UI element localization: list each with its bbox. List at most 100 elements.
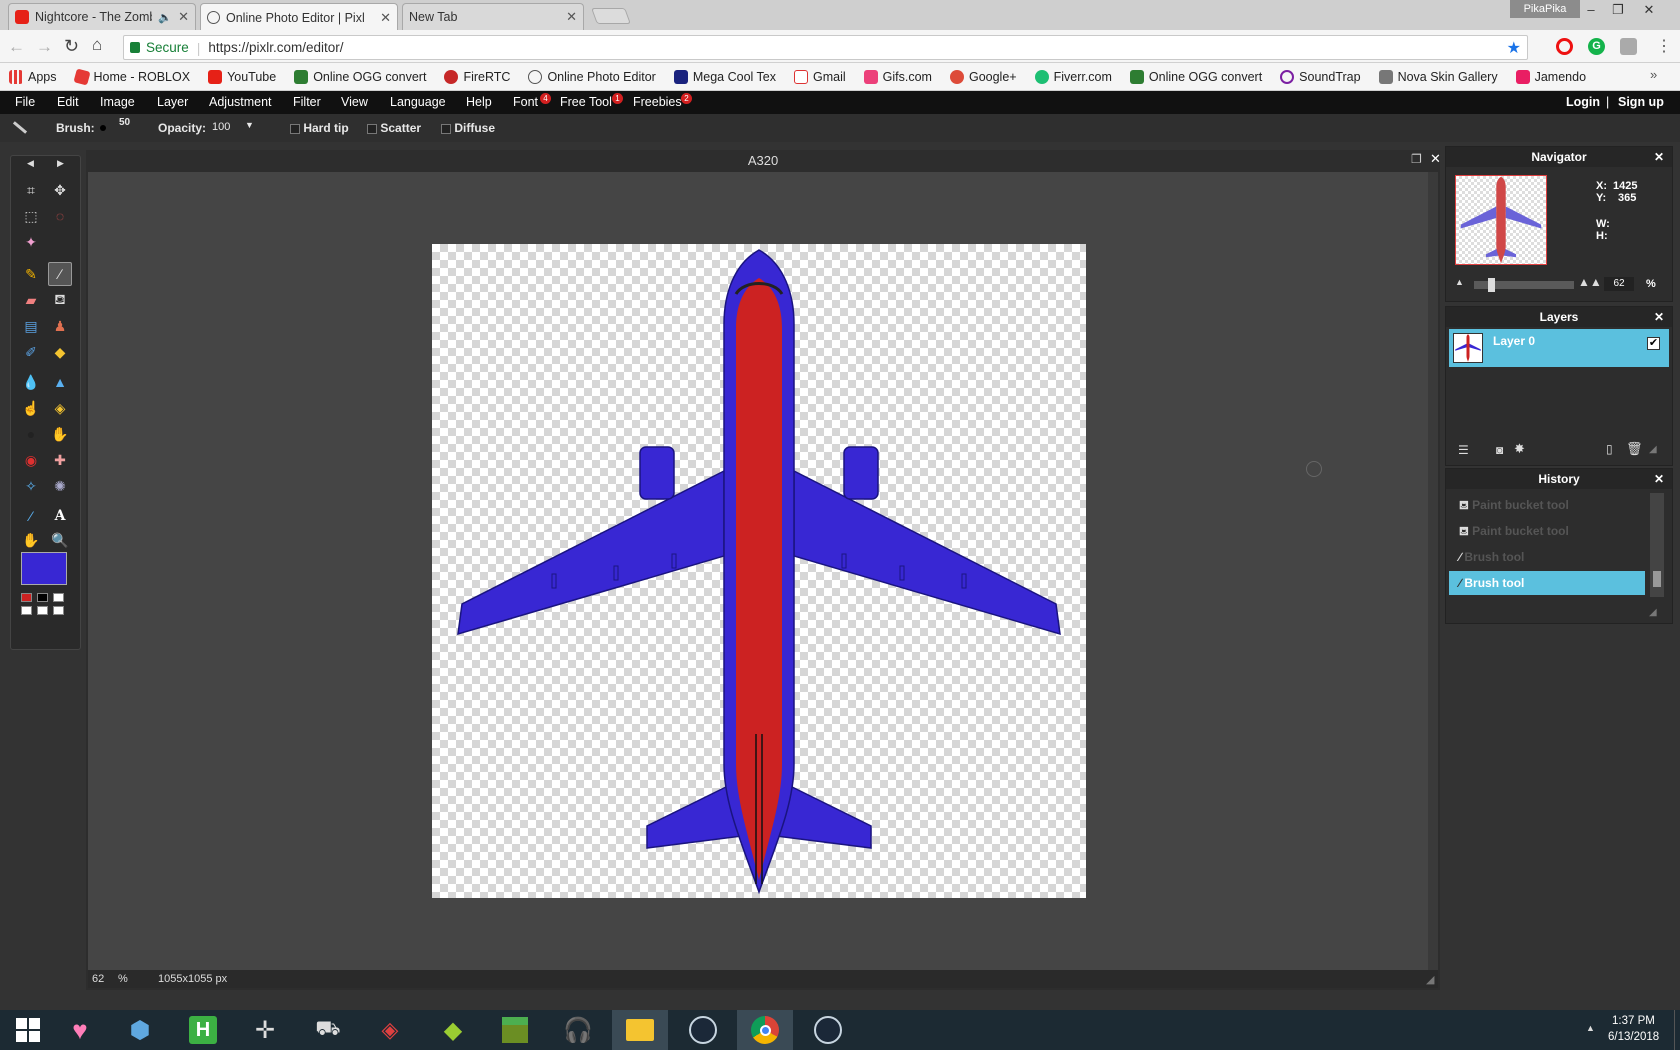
opacity-value[interactable]: 100 [212, 121, 230, 133]
chrome-menu-icon[interactable]: ⋮ [1656, 36, 1672, 56]
history-item[interactable]: ∕ Brush tool [1449, 545, 1645, 569]
pencil-tool-icon[interactable]: ✎ [19, 262, 43, 286]
bookmark-mega-cool-tex[interactable]: Mega Cool Tex [665, 69, 785, 84]
tray-expand-icon[interactable]: ▲ [1586, 1023, 1595, 1033]
close-doc-icon[interactable]: ✕ [1430, 151, 1441, 167]
navigator-thumbnail[interactable] [1455, 175, 1547, 265]
toolbox-collapse-left-icon[interactable]: ◀ [27, 158, 34, 169]
brush-preview-icon[interactable] [100, 125, 106, 131]
scrollbar-thumb[interactable] [1653, 571, 1661, 587]
bookmark-ogg-convert-2[interactable]: Online OGG convert [1121, 69, 1271, 84]
close-panel-icon[interactable]: ✕ [1654, 147, 1664, 167]
extension-icon[interactable] [1620, 38, 1637, 55]
bookmark-fiverr[interactable]: Fiverr.com [1026, 69, 1121, 84]
layer-row[interactable]: Layer 0 ✔ [1449, 329, 1669, 367]
close-window-icon[interactable]: ✕ [1638, 2, 1660, 18]
resize-grip-icon[interactable]: ◢ [1426, 973, 1434, 986]
delete-layer-icon[interactable]: 🗑 [1626, 441, 1643, 457]
bookmarks-overflow-icon[interactable]: » [1650, 67, 1657, 82]
dodge-tool-icon[interactable]: ✋ [48, 422, 72, 446]
swatch-white[interactable] [53, 606, 64, 615]
history-item-active[interactable]: ∕ Brush tool [1449, 571, 1645, 595]
taskbar-app-audacity[interactable]: 🎧 [550, 1010, 606, 1050]
taskbar-app-rgb[interactable]: ◈ [362, 1010, 418, 1050]
brush-size[interactable]: 50 [119, 117, 130, 128]
zoom-slider-handle[interactable] [1488, 278, 1495, 292]
drawing-tool-icon[interactable]: ◆ [48, 340, 72, 364]
resize-grip-icon[interactable]: ◢ [1649, 607, 1657, 618]
smudge-tool-icon[interactable]: ☝ [19, 396, 43, 420]
zoom-in-icon[interactable]: ▲▲ [1578, 275, 1602, 289]
tab-pixlr[interactable]: Online Photo Editor | Pixl ✕ [200, 3, 398, 31]
bookmark-roblox[interactable]: Home - ROBLOX [66, 67, 200, 86]
history-item[interactable]: ⛾ Paint bucket tool [1449, 493, 1645, 517]
red-eye-tool-icon[interactable]: ◉ [19, 448, 43, 472]
swatch-red[interactable] [21, 593, 32, 602]
scatter-toggle[interactable]: Scatter [367, 121, 421, 135]
zoom-tool-icon[interactable]: 🔍 [48, 528, 72, 552]
marquee-tool-icon[interactable]: ⬚ [19, 204, 43, 228]
magic-wand-tool-icon[interactable]: ✦ [19, 230, 43, 254]
hand-tool-icon[interactable]: ✋ [19, 528, 43, 552]
bookmark-soundtrap[interactable]: SoundTrap [1271, 69, 1369, 84]
bookmark-ogg-convert[interactable]: Online OGG convert [285, 69, 435, 84]
layer-visibility-checkbox[interactable]: ✔ [1647, 337, 1660, 350]
bookmark-gmail[interactable]: Gmail [785, 69, 855, 84]
opacity-dropdown-icon[interactable]: ▼ [245, 120, 254, 130]
home-icon[interactable]: ⌂ [92, 35, 102, 55]
taskbar-app-heart[interactable]: ♥ [52, 1010, 108, 1050]
url-text[interactable]: https://pixlr.com/editor/ [208, 40, 343, 55]
taskbar-app-h[interactable]: H [175, 1010, 231, 1050]
forward-icon[interactable]: → [36, 37, 53, 57]
brush-tool-icon[interactable]: ∕ [48, 262, 72, 286]
close-panel-icon[interactable]: ✕ [1654, 469, 1664, 489]
layer-effects-icon[interactable]: ✸ [1514, 441, 1525, 457]
pinch-tool-icon[interactable]: ✺ [48, 474, 72, 498]
close-panel-icon[interactable]: ✕ [1654, 307, 1664, 327]
blur-tool-icon[interactable]: 💧 [19, 370, 43, 394]
toolbox-collapse-right-icon[interactable]: ▶ [57, 158, 64, 169]
maximize-doc-icon[interactable]: ❐ [1411, 152, 1422, 166]
zoom-slider[interactable] [1474, 278, 1574, 292]
checkbox-icon[interactable] [441, 123, 451, 134]
speaker-icon[interactable]: 🔈 [158, 11, 172, 24]
swatch-white[interactable] [53, 593, 64, 602]
taskbar-app-steam[interactable] [675, 1010, 731, 1050]
crop-tool-icon[interactable]: ⌗ [19, 178, 43, 202]
swatch-white[interactable] [37, 606, 48, 615]
color-replace-tool-icon[interactable]: ✐ [19, 340, 43, 364]
tab-youtube[interactable]: Nightcore - The Zomb 🔈 ✕ [8, 3, 196, 30]
taskbar-app-virtualbox[interactable]: ⬢ [112, 1010, 168, 1050]
menu-file[interactable]: File [15, 95, 35, 109]
close-icon[interactable]: ✕ [178, 9, 189, 25]
resize-grip-icon[interactable]: ◢ [1649, 444, 1657, 455]
sponge-tool-icon[interactable]: ◈ [48, 396, 72, 420]
hard-tip-toggle[interactable]: Hard tip [290, 121, 349, 135]
checkbox-icon[interactable] [367, 123, 377, 134]
menu-adjustment[interactable]: Adjustment [209, 95, 272, 109]
minimize-icon[interactable]: – [1580, 2, 1602, 18]
bookmark-google-plus[interactable]: Google+ [941, 69, 1026, 84]
spot-heal-tool-icon[interactable]: ✚ [48, 448, 72, 472]
menu-view[interactable]: View [341, 95, 368, 109]
clone-stamp-tool-icon[interactable]: ♟ [48, 314, 72, 338]
menu-edit[interactable]: Edit [57, 95, 79, 109]
bookmark-gifs[interactable]: Gifs.com [855, 69, 941, 84]
address-bar[interactable]: Secure | https://pixlr.com/editor/ ★ [123, 35, 1528, 60]
back-icon[interactable]: ← [8, 37, 25, 57]
gradient-tool-icon[interactable]: ▤ [19, 314, 43, 338]
paint-bucket-tool-icon[interactable]: ⛾ [48, 288, 72, 312]
eraser-tool-icon[interactable]: ▰ [19, 288, 43, 312]
restore-icon[interactable]: ❐ [1607, 2, 1629, 18]
menu-layer[interactable]: Layer [157, 95, 188, 109]
diffuse-toggle[interactable]: Diffuse [441, 121, 495, 135]
zoom-out-icon[interactable]: ▲ [1455, 277, 1464, 287]
taskbar-app-crosshair[interactable]: ✛ [237, 1010, 293, 1050]
menu-help[interactable]: Help [466, 95, 492, 109]
menu-filter[interactable]: Filter [293, 95, 321, 109]
taskbar-app-truck[interactable]: ⛟ [300, 1010, 356, 1050]
show-desktop-button[interactable] [1674, 1010, 1680, 1050]
layer-settings-icon[interactable]: ☰ [1458, 443, 1469, 457]
checkbox-icon[interactable] [290, 123, 300, 134]
new-tab-button[interactable] [591, 8, 631, 24]
